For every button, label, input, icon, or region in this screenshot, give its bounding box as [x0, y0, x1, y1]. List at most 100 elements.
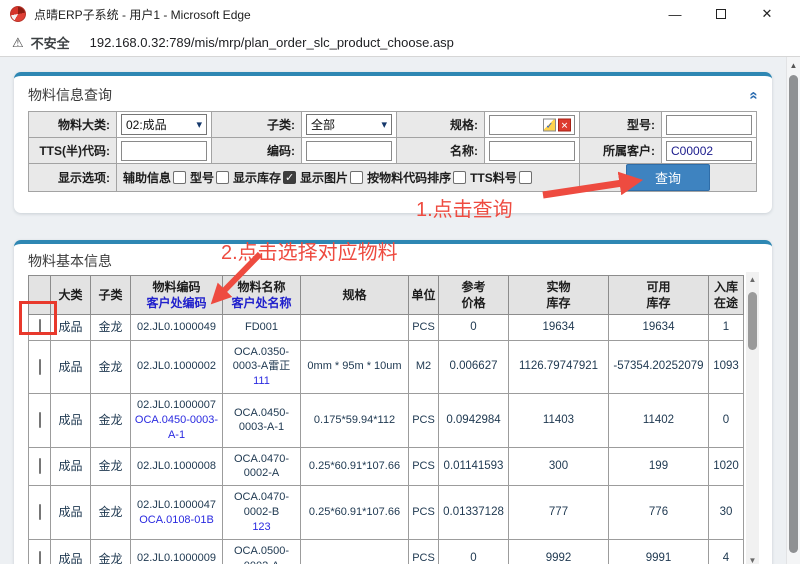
- row-checkbox[interactable]: [39, 551, 41, 564]
- url-text[interactable]: 192.168.0.32:789/mis/mrp/plan_order_slc_…: [90, 35, 454, 50]
- display-options: 辅助信息 型号 显示库存 显示图片 按物料代码排序 TTS料号: [117, 164, 580, 192]
- table-scrollbar[interactable]: ▲ ▼: [746, 272, 759, 564]
- option-label: 显示图片: [300, 169, 348, 186]
- subcategory-select-value: 全部: [311, 116, 335, 133]
- scroll-up-icon[interactable]: ▲: [746, 275, 759, 284]
- spec-label: 规格:: [397, 112, 485, 138]
- header-price-line1: 参考: [461, 280, 485, 294]
- maximize-button[interactable]: [698, 0, 744, 28]
- customer-input[interactable]: [666, 141, 752, 161]
- option-checkbox[interactable]: [453, 171, 466, 184]
- results-panel: 物料基本信息 大类 子类 物料编码 客户处编码 物料名称: [14, 240, 772, 564]
- table-row[interactable]: 成品 金龙 02.JL0.1000009 OCA.0500-0002-A PCS…: [29, 539, 744, 564]
- results-table: 大类 子类 物料编码 客户处编码 物料名称 客户处名称 规格 单位 参考 价格: [28, 275, 744, 564]
- model-input[interactable]: [666, 115, 752, 135]
- maximize-icon: [716, 9, 726, 19]
- tts-code-label: TTS(半)代码:: [29, 138, 117, 164]
- results-panel-title: 物料基本信息: [28, 251, 112, 271]
- insecure-warning-icon: ⚠: [12, 36, 24, 49]
- window-titlebar: 点晴ERP子系统 - 用户1 - Microsoft Edge — ✕: [0, 0, 800, 28]
- row-checkbox[interactable]: [39, 359, 41, 375]
- row-checkbox[interactable]: [39, 504, 41, 520]
- query-panel-title: 物料信息查询: [28, 85, 112, 105]
- browser-scrollbar[interactable]: ▲: [786, 57, 800, 564]
- header-code: 物料编码 客户处编码: [131, 276, 223, 315]
- header-price-line2: 价格: [461, 296, 485, 310]
- header-available-line1: 可用: [646, 280, 670, 294]
- option-label: 辅助信息: [123, 169, 171, 186]
- display-option: 型号: [190, 169, 229, 186]
- results-header-row: 大类 子类 物料编码 客户处编码 物料名称 客户处名称 规格 单位 参考 价格: [29, 276, 744, 315]
- table-row[interactable]: 成品 金龙 02.JL0.1000002 OCA.0350-0003-A雷正11…: [29, 340, 744, 394]
- table-row[interactable]: 成品 金龙 02.JL0.1000049 FD001 PCS 0 19634 1…: [29, 315, 744, 340]
- query-panel: 物料信息查询 « 物料大类: 02:成品 ▾ 子类: 全部: [14, 72, 772, 213]
- category-select-value: 02:成品: [126, 116, 167, 133]
- option-label: 按物料代码排序: [367, 169, 451, 186]
- minimize-button[interactable]: —: [652, 0, 698, 28]
- spec-clear-icon[interactable]: ✕: [558, 118, 571, 131]
- scroll-down-icon[interactable]: ▼: [746, 556, 759, 564]
- option-checkbox[interactable]: [173, 171, 186, 184]
- customer-label: 所属客户:: [580, 138, 662, 164]
- code-label: 编码:: [212, 138, 302, 164]
- results-table-body: 成品 金龙 02.JL0.1000049 FD001 PCS 0 19634 1…: [29, 315, 744, 564]
- header-subcategory: 子类: [91, 276, 131, 315]
- option-label: TTS料号: [470, 169, 517, 186]
- annotation-step2: 2.点击选择对应物料: [221, 236, 398, 265]
- header-name-line1: 物料名称: [237, 280, 285, 294]
- header-available-line2: 库存: [646, 296, 670, 310]
- header-inbound-line2: 在途: [714, 296, 738, 310]
- header-name-line2: 客户处名称: [231, 296, 291, 310]
- category-select[interactable]: 02:成品 ▾: [121, 114, 207, 135]
- header-code-line1: 物料编码: [152, 280, 200, 294]
- row-checkbox[interactable]: [39, 412, 41, 428]
- tts-code-input[interactable]: [121, 141, 207, 161]
- app-favicon: [10, 6, 26, 22]
- window-controls: — ✕: [652, 0, 790, 28]
- chevron-down-icon: ▾: [381, 118, 387, 131]
- table-row[interactable]: 成品 金龙 02.JL0.1000007OCA.0450-0003-A-1 OC…: [29, 394, 744, 448]
- query-button[interactable]: 查询: [626, 164, 710, 191]
- checkbox-highlight-box: [19, 301, 57, 335]
- subcategory-select[interactable]: 全部 ▾: [306, 114, 392, 135]
- table-row[interactable]: 成品 金龙 02.JL0.1000008 OCA.0470-0002-A 0.2…: [29, 447, 744, 486]
- page-content: 物料信息查询 « 物料大类: 02:成品 ▾ 子类: 全部: [0, 57, 800, 564]
- model-label: 型号:: [580, 112, 662, 138]
- header-unit: 单位: [409, 276, 439, 315]
- query-form: 物料大类: 02:成品 ▾ 子类: 全部 ▾ 规格:: [28, 111, 757, 192]
- name-input[interactable]: [489, 141, 575, 161]
- option-checkbox[interactable]: [519, 171, 532, 184]
- header-inbound-line1: 入库: [714, 280, 738, 294]
- header-name: 物料名称 客户处名称: [223, 276, 301, 315]
- table-row[interactable]: 成品 金龙 02.JL0.1000047OCA.0108-01B OCA.047…: [29, 486, 744, 540]
- close-button[interactable]: ✕: [744, 0, 790, 28]
- spec-picker-icon[interactable]: ✓: [543, 118, 556, 131]
- row-checkbox[interactable]: [39, 458, 41, 474]
- option-label: 显示库存: [233, 169, 281, 186]
- chevron-down-icon: ▾: [196, 118, 202, 131]
- window-title: 点晴ERP子系统 - 用户1 - Microsoft Edge: [34, 6, 652, 23]
- display-option: TTS料号: [470, 169, 532, 186]
- display-option: 显示库存: [233, 169, 296, 186]
- code-input[interactable]: [306, 141, 392, 161]
- option-checkbox[interactable]: [216, 171, 229, 184]
- option-checkbox[interactable]: [350, 171, 363, 184]
- table-scrollbar-thumb[interactable]: [748, 292, 757, 350]
- display-option: 按物料代码排序: [367, 169, 466, 186]
- security-label[interactable]: 不安全: [31, 33, 70, 52]
- header-physical-line1: 实物: [546, 280, 570, 294]
- option-label: 型号: [190, 169, 214, 186]
- collapse-chevron-icon[interactable]: «: [745, 91, 762, 99]
- name-label: 名称:: [397, 138, 485, 164]
- option-checkbox[interactable]: [283, 171, 296, 184]
- category-label: 物料大类:: [29, 112, 117, 138]
- header-code-line2: 客户处编码: [146, 296, 206, 310]
- query-panel-header: 物料信息查询 «: [14, 76, 772, 111]
- header-spec: 规格: [301, 276, 409, 315]
- display-option: 显示图片: [300, 169, 363, 186]
- browser-scrollbar-thumb[interactable]: [789, 75, 798, 553]
- header-physical-stock: 实物 库存: [509, 276, 609, 315]
- address-bar[interactable]: ⚠ 不安全 192.168.0.32:789/mis/mrp/plan_orde…: [0, 28, 800, 57]
- scroll-up-icon[interactable]: ▲: [787, 61, 800, 70]
- header-physical-line2: 库存: [546, 296, 570, 310]
